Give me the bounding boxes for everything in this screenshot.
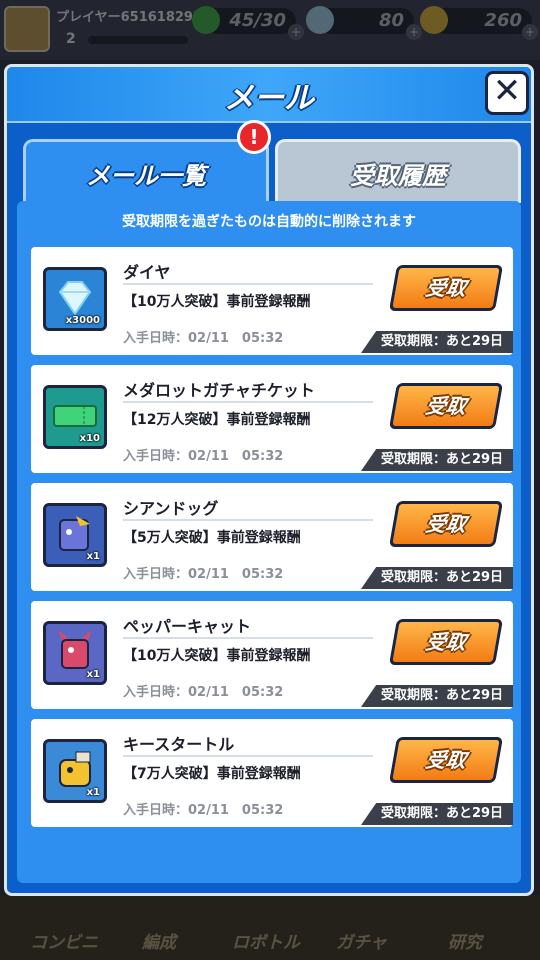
item-quantity: x10 [79, 433, 100, 444]
robot-icon: x1 [43, 503, 107, 567]
mail-modal: メール ✕ メール一覧 受取履歴 ! 受取期限を過ぎたものは自動的に削除されます… [4, 64, 534, 896]
item-quantity: x1 [86, 787, 100, 798]
mail-item: x1 ペッパーキャット 【10万人突破】事前登録報酬 入手日時：02/11 05… [31, 601, 513, 709]
receive-button[interactable]: 受取 [388, 265, 504, 311]
expiry-notice: 受取期限を過ぎたものは自動的に削除されます [122, 214, 416, 230]
tab-label: メール一覧 [86, 162, 206, 190]
deadline-badge: 受取期限：あと29日 [361, 449, 513, 471]
item-name: キースタートル [123, 735, 235, 754]
received-date: 入手日時：02/11 05:32 [123, 449, 284, 464]
mail-item: x1 キースタートル 【7万人突破】事前登録報酬 入手日時：02/11 05:3… [31, 719, 513, 827]
modal-title: メール [224, 81, 314, 116]
receive-button[interactable]: 受取 [388, 737, 504, 783]
tab-mail-list[interactable]: メール一覧 [23, 139, 269, 203]
tab-label: 受取履歴 [350, 162, 446, 190]
robot-icon: x1 [43, 621, 107, 685]
alert-badge-icon: ! [237, 120, 271, 154]
mail-item: x3000 ダイヤ 【10万人突破】事前登録報酬 入手日時：02/11 05:3… [31, 247, 513, 355]
tab-receive-history[interactable]: 受取履歴 [275, 139, 521, 203]
item-description: 【7万人突破】事前登録報酬 [123, 766, 301, 782]
close-icon: ✕ [492, 71, 522, 111]
item-description: 【5万人突破】事前登録報酬 [123, 530, 301, 546]
item-quantity: x1 [86, 551, 100, 562]
divider [123, 283, 373, 285]
deadline-badge: 受取期限：あと29日 [361, 803, 513, 825]
item-name: ペッパーキャット [123, 617, 252, 636]
receive-button[interactable]: 受取 [388, 501, 504, 547]
robot-icon: x1 [43, 739, 107, 803]
ticket-icon: x10 [43, 385, 107, 449]
item-quantity: x3000 [65, 315, 100, 326]
mail-item: x1 シアンドッグ 【5万人突破】事前登録報酬 入手日時：02/11 05:32… [31, 483, 513, 591]
close-button[interactable]: ✕ [485, 71, 529, 115]
mail-list: 受取期限を過ぎたものは自動的に削除されます x3000 ダイヤ 【10万人突破】… [17, 201, 521, 883]
deadline-badge: 受取期限：あと29日 [361, 331, 513, 353]
item-description: 【12万人突破】事前登録報酬 [123, 412, 311, 428]
receive-button[interactable]: 受取 [388, 383, 504, 429]
item-description: 【10万人突破】事前登録報酬 [123, 648, 311, 664]
received-date: 入手日時：02/11 05:32 [123, 685, 284, 700]
received-date: 入手日時：02/11 05:32 [123, 567, 284, 582]
item-name: メダロットガチャチケット [123, 381, 315, 400]
divider [123, 401, 373, 403]
modal-header: メール ✕ [7, 67, 531, 123]
item-name: ダイヤ [123, 263, 171, 282]
item-name: シアンドッグ [123, 499, 219, 518]
divider [123, 519, 373, 521]
deadline-badge: 受取期限：あと29日 [361, 567, 513, 589]
received-date: 入手日時：02/11 05:32 [123, 331, 284, 346]
divider [123, 755, 373, 757]
receive-button[interactable]: 受取 [388, 619, 504, 665]
mail-item: x10 メダロットガチャチケット 【12万人突破】事前登録報酬 入手日時：02/… [31, 365, 513, 473]
item-description: 【10万人突破】事前登録報酬 [123, 294, 311, 310]
divider [123, 637, 373, 639]
diamond-icon: x3000 [43, 267, 107, 331]
item-quantity: x1 [86, 669, 100, 680]
deadline-badge: 受取期限：あと29日 [361, 685, 513, 707]
received-date: 入手日時：02/11 05:32 [123, 803, 284, 818]
